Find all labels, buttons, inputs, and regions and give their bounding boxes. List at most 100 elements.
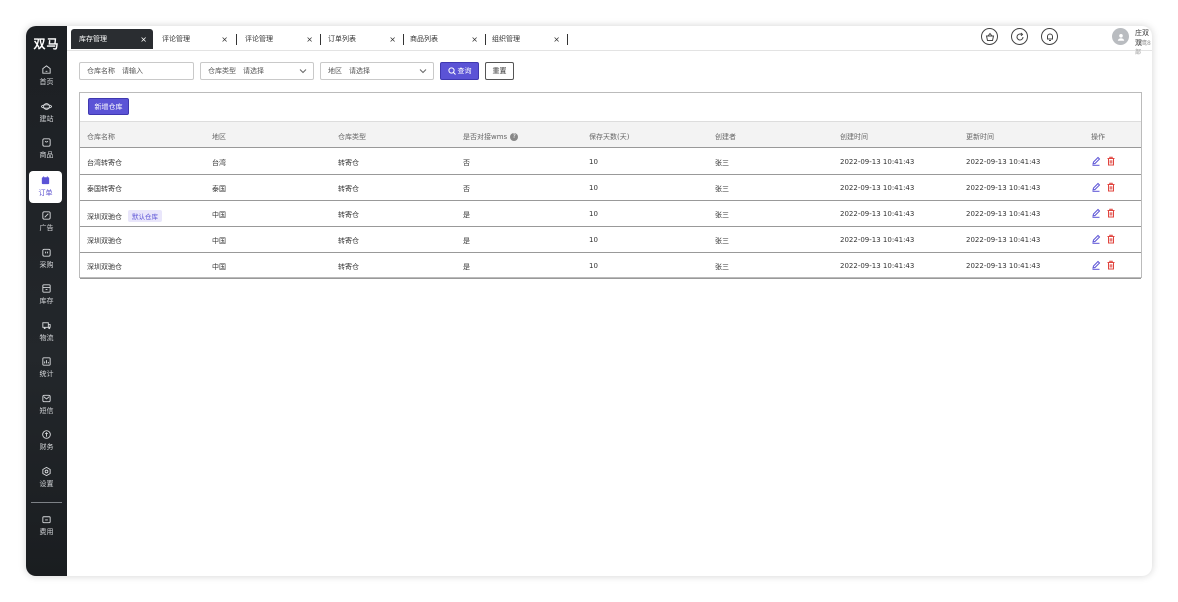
delete-icon[interactable] bbox=[1106, 182, 1116, 192]
chevron-down-icon bbox=[299, 69, 307, 74]
column-header: 仓库类型 bbox=[338, 133, 366, 141]
type-cell: 转寄仓 bbox=[338, 185, 359, 193]
creator-cell: 张三 bbox=[715, 263, 729, 271]
calendar-icon bbox=[40, 175, 51, 186]
updated-time-cell: 2022-09-13 10:41:43 bbox=[966, 158, 1041, 166]
column-header: 创建者 bbox=[715, 133, 736, 141]
created-time-cell: 2022-09-13 10:41:43 bbox=[840, 158, 915, 166]
sidebar-item-ads[interactable]: 广告 bbox=[26, 210, 67, 244]
user-dept: 双鹰8部 bbox=[1135, 40, 1151, 56]
edit-icon[interactable] bbox=[1091, 208, 1101, 218]
region-cell: 中国 bbox=[212, 211, 226, 219]
tab-label: 订单列表 bbox=[328, 35, 356, 43]
sidebar-item-home[interactable]: 首页 bbox=[26, 64, 67, 98]
refresh-button[interactable] bbox=[1011, 28, 1028, 45]
table-header: 仓库名称 地区 仓库类型 是否对接wms? 保存天数(天) 创建者 创建时间 更… bbox=[80, 121, 1141, 148]
warehouse-name-cell: 深圳双驰仓 bbox=[87, 236, 122, 246]
region-cell: 台湾 bbox=[212, 159, 226, 167]
column-header-wms: 是否对接wms? bbox=[463, 132, 519, 142]
field-label: 仓库名称 bbox=[87, 67, 115, 75]
tab-order-list[interactable]: 订单列表 × bbox=[320, 29, 402, 49]
warehouse-name-cell: 深圳双驰仓 bbox=[87, 262, 122, 272]
sidebar-item-finance[interactable]: 财务 bbox=[26, 429, 67, 463]
column-header: 是否对接wms bbox=[463, 133, 508, 141]
warehouse-name-field[interactable]: 仓库名称 请输入 bbox=[79, 62, 194, 80]
updated-time-cell: 2022-09-13 10:41:43 bbox=[966, 184, 1041, 192]
tab-label: 商品列表 bbox=[410, 35, 438, 43]
table-row: 深圳双驰仓 中国 转寄仓 是 10 张三 2022-09-13 10:41:43… bbox=[80, 227, 1141, 253]
notification-button[interactable] bbox=[1041, 28, 1058, 45]
wms-cell: 否 bbox=[463, 185, 470, 193]
box-icon bbox=[41, 283, 52, 294]
column-header: 仓库名称 bbox=[87, 133, 115, 141]
sidebar-item-fees[interactable]: 费用 bbox=[26, 514, 67, 548]
delete-icon[interactable] bbox=[1106, 156, 1116, 166]
sidebar-item-goods[interactable]: 商品 bbox=[26, 137, 67, 171]
region-select[interactable]: 地区 请选择 bbox=[320, 62, 434, 80]
avatar[interactable] bbox=[1112, 28, 1129, 45]
tab-inventory[interactable]: 库存管理 × bbox=[71, 29, 153, 49]
sidebar-item-site[interactable]: 建站 bbox=[26, 101, 67, 135]
gear-icon bbox=[41, 466, 52, 477]
type-cell: 转寄仓 bbox=[338, 263, 359, 271]
sidebar-item-label: 统计 bbox=[39, 370, 54, 378]
sidebar-item-label: 订单 bbox=[38, 189, 53, 197]
close-icon[interactable]: × bbox=[553, 35, 560, 44]
creator-cell: 张三 bbox=[715, 211, 729, 219]
chart-icon bbox=[41, 356, 52, 367]
sidebar-item-orders[interactable]: 订单 bbox=[29, 171, 62, 203]
close-icon[interactable]: × bbox=[306, 35, 313, 44]
user-icon bbox=[1117, 33, 1124, 41]
warehouse-name-cell: 深圳双驰仓 默认仓库 bbox=[87, 210, 162, 222]
warehouse-name-cell: 台湾转寄仓 bbox=[87, 158, 122, 168]
sidebar-item-label: 财务 bbox=[39, 443, 54, 451]
sidebar-item-inventory[interactable]: 库存 bbox=[26, 283, 67, 317]
sidebar-item-purchase[interactable]: 采购 bbox=[26, 247, 67, 281]
add-warehouse-button[interactable]: 新增仓库 bbox=[88, 98, 129, 115]
reset-button[interactable]: 重置 bbox=[485, 62, 514, 80]
tab-org-mgmt[interactable]: 组织管理 × bbox=[484, 29, 566, 49]
delete-icon[interactable] bbox=[1106, 260, 1116, 270]
tab-label: 评论管理 bbox=[245, 35, 273, 43]
close-icon[interactable]: × bbox=[389, 35, 396, 44]
edit-icon[interactable] bbox=[1091, 234, 1101, 244]
table-row: 深圳双驰仓 默认仓库 中国 转寄仓 是 10 张三 2022-09-13 10:4… bbox=[80, 201, 1141, 227]
close-icon[interactable]: × bbox=[221, 35, 228, 44]
edit-icon[interactable] bbox=[1091, 156, 1101, 166]
close-icon[interactable]: × bbox=[471, 35, 478, 44]
edit-icon[interactable] bbox=[1091, 260, 1101, 270]
updated-time-cell: 2022-09-13 10:41:43 bbox=[966, 236, 1041, 244]
sidebar-item-settings[interactable]: 设置 bbox=[26, 466, 67, 500]
delete-icon[interactable] bbox=[1106, 234, 1116, 244]
bag-icon bbox=[41, 137, 52, 148]
warehouse-name-cell: 泰国转寄仓 bbox=[87, 184, 122, 194]
close-icon[interactable]: × bbox=[140, 35, 147, 44]
wms-cell: 是 bbox=[463, 211, 470, 219]
type-cell: 转寄仓 bbox=[338, 237, 359, 245]
sidebar-item-label: 设置 bbox=[39, 480, 54, 488]
sidebar-item-stats[interactable]: 统计 bbox=[26, 356, 67, 390]
help-icon[interactable]: ? bbox=[510, 133, 519, 141]
bell-icon bbox=[1045, 27, 1055, 46]
sidebar-item-label: 物流 bbox=[39, 334, 54, 342]
column-header: 创建时间 bbox=[840, 133, 868, 141]
tab-label: 评论管理 bbox=[162, 35, 190, 43]
table-row: 台湾转寄仓 台湾 转寄仓 否 10 张三 2022-09-13 10:41:43… bbox=[80, 149, 1141, 175]
cart-icon bbox=[41, 247, 52, 258]
delete-icon[interactable] bbox=[1106, 208, 1116, 218]
tab-reviews[interactable]: 评论管理 × bbox=[154, 29, 234, 49]
tab-label: 组织管理 bbox=[492, 35, 520, 43]
warehouse-type-select[interactable]: 仓库类型 请选择 bbox=[200, 62, 314, 80]
sidebar-item-logistics[interactable]: 物流 bbox=[26, 320, 67, 354]
type-cell: 转寄仓 bbox=[338, 159, 359, 167]
default-tag: 默认仓库 bbox=[128, 210, 162, 222]
sidebar-item-sms[interactable]: 短信 bbox=[26, 393, 67, 427]
tab-reviews-2[interactable]: 评论管理 × bbox=[237, 29, 319, 49]
sidebar: 双马 首页 建站 商品 订单 广告 采购 库存 物流 统计 短信 财务 设置 费… bbox=[26, 26, 67, 576]
wms-cell: 是 bbox=[463, 263, 470, 271]
table-row: 深圳双驰仓 中国 转寄仓 是 10 张三 2022-09-13 10:41:43… bbox=[80, 253, 1141, 279]
tab-product-list[interactable]: 商品列表 × bbox=[402, 29, 484, 49]
shop-button[interactable] bbox=[981, 28, 998, 45]
search-button[interactable]: 查询 bbox=[440, 62, 479, 80]
edit-icon[interactable] bbox=[1091, 182, 1101, 192]
